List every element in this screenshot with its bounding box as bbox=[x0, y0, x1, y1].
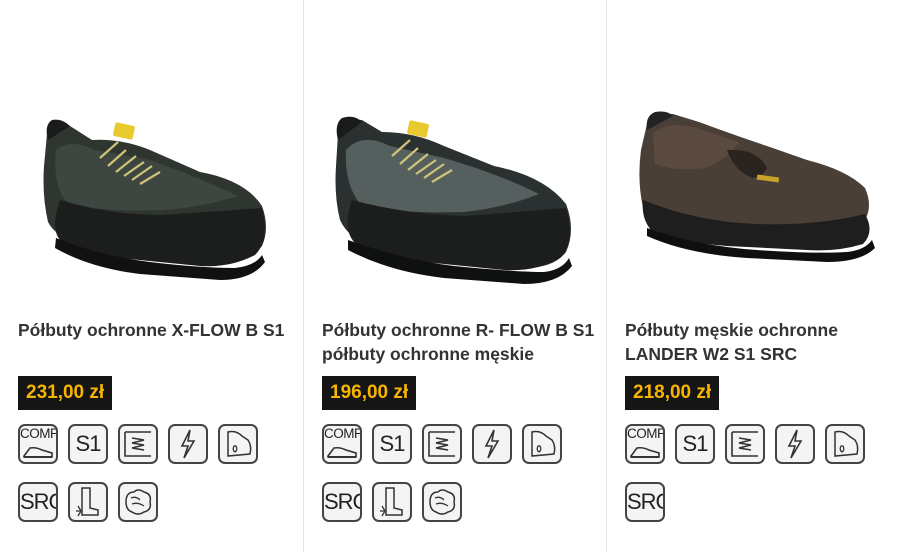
heel-energy-absorption-icon bbox=[218, 424, 258, 464]
product-title[interactable]: Półbuty ochronne R- FLOW B S1 półbuty oc… bbox=[322, 318, 597, 366]
oil-resistant-sole-icon bbox=[372, 482, 412, 522]
antistatic-insole-icon bbox=[422, 424, 462, 464]
comp-toecap-icon: COMP bbox=[18, 424, 58, 464]
product-card[interactable]: Półbuty męskie ochronne LANDER W2 S1 SRC… bbox=[606, 0, 907, 552]
src-badge: SRC bbox=[625, 482, 665, 522]
antistatic-icon bbox=[775, 424, 815, 464]
antistatic-icon bbox=[472, 424, 512, 464]
product-image[interactable] bbox=[607, 0, 907, 300]
product-image[interactable] bbox=[0, 0, 302, 300]
antistatic-insole-icon bbox=[118, 424, 158, 464]
comp-toecap-icon: COMP bbox=[625, 424, 665, 464]
src-badge: SRC bbox=[18, 482, 58, 522]
product-image[interactable] bbox=[304, 0, 605, 300]
heel-energy-absorption-icon bbox=[825, 424, 865, 464]
comp-toecap-icon: COMP bbox=[322, 424, 362, 464]
product-price: 196,00 zł bbox=[322, 376, 417, 410]
product-card[interactable]: Półbuty ochronne X-FLOW B S1 231,00 zł C… bbox=[0, 0, 302, 552]
product-card[interactable]: Półbuty ochronne R- FLOW B S1 półbuty oc… bbox=[303, 0, 605, 552]
breathable-icon bbox=[118, 482, 158, 522]
product-price: 231,00 zł bbox=[18, 376, 113, 410]
antistatic-insole-icon bbox=[725, 424, 765, 464]
antistatic-icon bbox=[168, 424, 208, 464]
oil-resistant-sole-icon bbox=[68, 482, 108, 522]
breathable-icon bbox=[422, 482, 462, 522]
product-title[interactable]: Półbuty męskie ochronne LANDER W2 S1 SRC bbox=[625, 318, 900, 366]
src-badge: SRC bbox=[322, 482, 362, 522]
s1-badge: S1 bbox=[372, 424, 412, 464]
s1-badge: S1 bbox=[68, 424, 108, 464]
product-grid: Półbuty ochronne X-FLOW B S1 231,00 zł C… bbox=[0, 0, 907, 552]
heel-energy-absorption-icon bbox=[522, 424, 562, 464]
product-price: 218,00 zł bbox=[625, 376, 720, 410]
s1-badge: S1 bbox=[675, 424, 715, 464]
product-title[interactable]: Półbuty ochronne X-FLOW B S1 bbox=[18, 318, 293, 342]
